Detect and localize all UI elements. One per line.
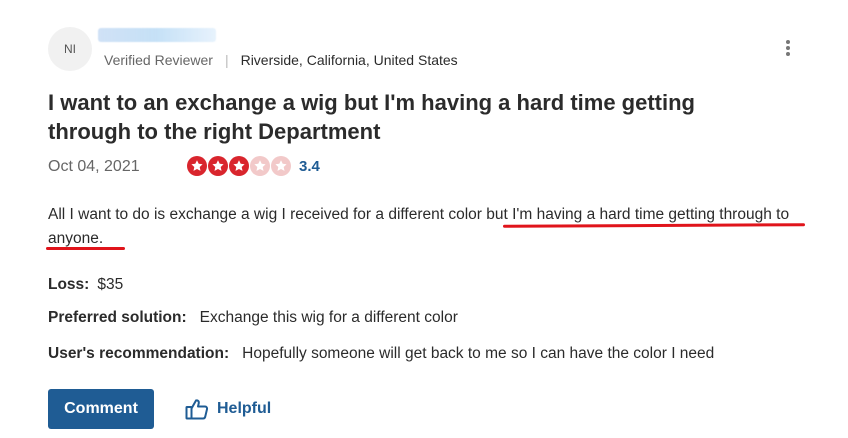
preferred-solution-value: Exchange this wig for a different color: [199, 309, 458, 326]
rating-value: 3.4: [299, 158, 320, 175]
comment-button[interactable]: Comment: [48, 389, 154, 429]
avatar: NI: [48, 27, 92, 71]
reviewer-name-redacted: [98, 28, 216, 42]
annotation-underline: [46, 247, 125, 250]
helpful-label: Helpful: [217, 400, 272, 417]
star-icon: [187, 156, 207, 176]
avatar-initials: NI: [64, 42, 76, 56]
loss-value: $35: [97, 276, 124, 293]
star-rating: [187, 156, 291, 176]
star-icon: [271, 156, 291, 176]
star-icon: [208, 156, 228, 176]
recommendation-value: Hopefully someone will get back to me so…: [242, 345, 715, 362]
preferred-solution-label: Preferred solution:: [48, 309, 187, 326]
loss-label: Loss:: [48, 276, 90, 293]
review-card: NI Verified Reviewer | Riverside, Califo…: [0, 0, 848, 438]
review-date: Oct 04, 2021: [48, 158, 140, 175]
recommendation-label: User's recommendation:: [48, 345, 230, 362]
meta-separator: |: [224, 52, 229, 68]
helpful-button[interactable]: Helpful: [185, 398, 271, 420]
thumbs-up-icon: [185, 399, 209, 420]
star-icon: [229, 156, 249, 176]
more-options-icon[interactable]: [780, 37, 796, 59]
reviewer-location: Riverside, California, United States: [240, 52, 458, 68]
preferred-solution-field: Preferred solution: Exchange this wig for…: [48, 309, 458, 327]
loss-field: Loss: $35: [48, 276, 123, 294]
reviewer-meta: Verified Reviewer | Riverside, Californi…: [104, 52, 458, 68]
star-icon: [250, 156, 270, 176]
review-body: All I want to do is exchange a wig I rec…: [48, 206, 790, 247]
verified-label: Verified Reviewer: [104, 52, 213, 68]
recommendation-field: User's recommendation: Hopefully someone …: [48, 345, 714, 363]
review-title: I want to an exchange a wig but I'm havi…: [48, 90, 695, 144]
